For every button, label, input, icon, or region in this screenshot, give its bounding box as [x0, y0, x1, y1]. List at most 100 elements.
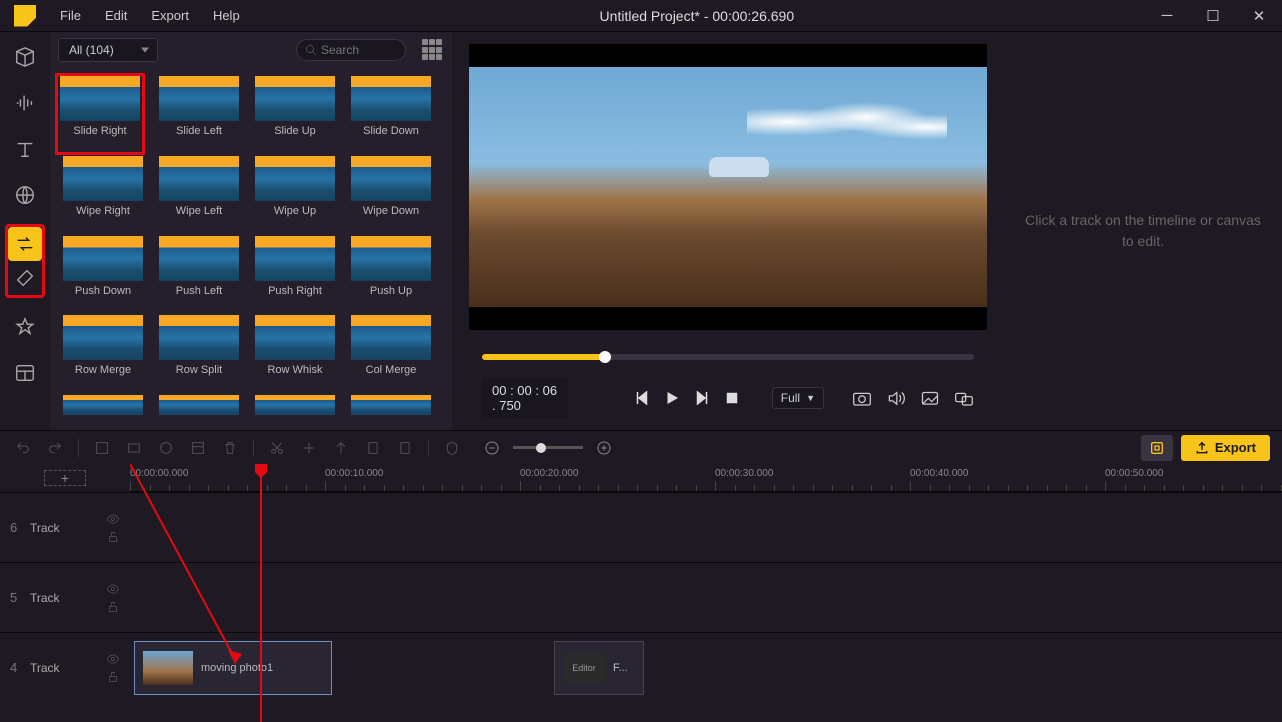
transition-partial[interactable]	[154, 395, 244, 430]
ruler-label: 00:00:20.000	[520, 468, 578, 479]
tool-1[interactable]	[91, 437, 113, 459]
transition-wipe-left[interactable]: Wipe Left	[154, 156, 244, 232]
transition-thumbnail	[351, 315, 431, 360]
transition-label: Slide Up	[250, 125, 340, 137]
crop-icon[interactable]	[920, 390, 940, 406]
transition-slide-down[interactable]: Slide Down	[346, 76, 436, 152]
transition-push-right[interactable]: Push Right	[250, 236, 340, 312]
clip-moving-photo1[interactable]: moving photo1	[134, 641, 332, 695]
play-button[interactable]	[662, 388, 682, 408]
transition-partial[interactable]	[58, 395, 148, 430]
sidebar-effect-icon[interactable]	[8, 178, 42, 212]
transition-thumbnail	[351, 236, 431, 281]
transition-partial[interactable]	[250, 395, 340, 430]
snapshot-icon[interactable]	[852, 390, 872, 406]
video-preview[interactable]	[469, 44, 987, 330]
zoom-slider[interactable]	[513, 446, 583, 449]
filter-dropdown[interactable]: All (104)	[58, 38, 158, 62]
sidebar-layout-icon[interactable]	[8, 356, 42, 390]
zoom-out-button[interactable]	[481, 437, 503, 459]
visibility-icon[interactable]	[106, 582, 120, 596]
sidebar-media-icon[interactable]	[8, 40, 42, 74]
track-header-5[interactable]: 5Track	[0, 562, 130, 632]
tool-3[interactable]	[155, 437, 177, 459]
menu-edit[interactable]: Edit	[95, 4, 137, 27]
undo-button[interactable]	[12, 437, 34, 459]
sidebar-transition-icon[interactable]	[8, 227, 42, 261]
lock-icon[interactable]	[106, 530, 120, 544]
transition-wipe-up[interactable]: Wipe Up	[250, 156, 340, 232]
export-button[interactable]: Export	[1181, 435, 1270, 461]
transition-push-up[interactable]: Push Up	[346, 236, 436, 312]
transition-row-merge[interactable]: Row Merge	[58, 315, 148, 391]
volume-icon[interactable]	[886, 390, 906, 406]
transition-slide-up[interactable]: Slide Up	[250, 76, 340, 152]
timecode: 00 : 00 : 06 . 750	[482, 378, 568, 418]
transition-push-down[interactable]: Push Down	[58, 236, 148, 312]
transition-row-whisk[interactable]: Row Whisk	[250, 315, 340, 391]
close-button[interactable]: ✕	[1236, 0, 1282, 32]
track-row-4[interactable]: moving photo1 Editor F...	[130, 632, 1282, 702]
menu-export[interactable]: Export	[141, 4, 199, 27]
track-number: 5	[10, 590, 22, 605]
timeline-ruler[interactable]: 00:00:00.00000:00:10.00000:00:20.00000:0…	[130, 464, 1282, 492]
transition-wipe-down[interactable]: Wipe Down	[346, 156, 436, 232]
marker-button[interactable]	[441, 437, 463, 459]
transition-thumbnail	[351, 76, 431, 121]
track-row-6[interactable]	[130, 492, 1282, 562]
maximize-button[interactable]: ☐	[1190, 0, 1236, 32]
tool-8[interactable]	[362, 437, 384, 459]
tool-2[interactable]	[123, 437, 145, 459]
lock-icon[interactable]	[106, 670, 120, 684]
search-input[interactable]	[321, 43, 391, 57]
transition-slide-left[interactable]: Slide Left	[154, 76, 244, 152]
transition-partial[interactable]	[346, 395, 436, 430]
tool-4[interactable]	[187, 437, 209, 459]
prev-frame-button[interactable]	[632, 388, 652, 408]
sidebar-text-icon[interactable]	[8, 132, 42, 166]
track-row-5[interactable]	[130, 562, 1282, 632]
zoom-in-button[interactable]	[593, 437, 615, 459]
search-box[interactable]	[296, 39, 406, 61]
sidebar-favorite-icon[interactable]	[8, 310, 42, 344]
visibility-icon[interactable]	[106, 512, 120, 526]
loop-icon[interactable]	[954, 390, 974, 406]
minimize-button[interactable]: ─	[1144, 0, 1190, 32]
cut-button[interactable]	[266, 437, 288, 459]
transition-label: Wipe Right	[58, 205, 148, 217]
app-logo	[0, 5, 50, 27]
transition-label: Push Right	[250, 285, 340, 297]
menu-file[interactable]: File	[50, 4, 91, 27]
transition-label: Wipe Left	[154, 205, 244, 217]
stop-button[interactable]	[722, 388, 742, 408]
add-track-button[interactable]: +	[44, 470, 86, 486]
transition-wipe-right[interactable]: Wipe Right	[58, 156, 148, 232]
track-name: Track	[30, 521, 98, 535]
redo-button[interactable]	[44, 437, 66, 459]
sidebar-audio-icon[interactable]	[8, 86, 42, 120]
lock-icon[interactable]	[106, 600, 120, 614]
next-frame-button[interactable]	[692, 388, 712, 408]
transition-col-merge[interactable]: Col Merge	[346, 315, 436, 391]
delete-button[interactable]	[219, 437, 241, 459]
track-header-6[interactable]: 6Track	[0, 492, 130, 562]
track-header-4[interactable]: 4Track	[0, 632, 130, 702]
export-settings-button[interactable]	[1141, 435, 1173, 461]
transition-thumbnail	[255, 76, 335, 121]
tool-9[interactable]	[394, 437, 416, 459]
playhead[interactable]	[260, 464, 262, 722]
transition-label: Col Merge	[346, 364, 436, 376]
menu-help[interactable]: Help	[203, 4, 250, 27]
transition-label: Slide Left	[154, 125, 244, 137]
transition-push-left[interactable]: Push Left	[154, 236, 244, 312]
preview-scrubber[interactable]	[482, 354, 974, 360]
clip-editor[interactable]: Editor F...	[554, 641, 644, 695]
sidebar-overlay-icon[interactable]	[8, 261, 42, 295]
grid-view-icon[interactable]	[422, 39, 444, 61]
tool-7[interactable]	[330, 437, 352, 459]
transition-slide-right[interactable]: Slide Right	[55, 73, 145, 155]
transition-row-split[interactable]: Row Split	[154, 315, 244, 391]
visibility-icon[interactable]	[106, 652, 120, 666]
tool-6[interactable]	[298, 437, 320, 459]
resolution-dropdown[interactable]: Full▼	[772, 387, 824, 409]
